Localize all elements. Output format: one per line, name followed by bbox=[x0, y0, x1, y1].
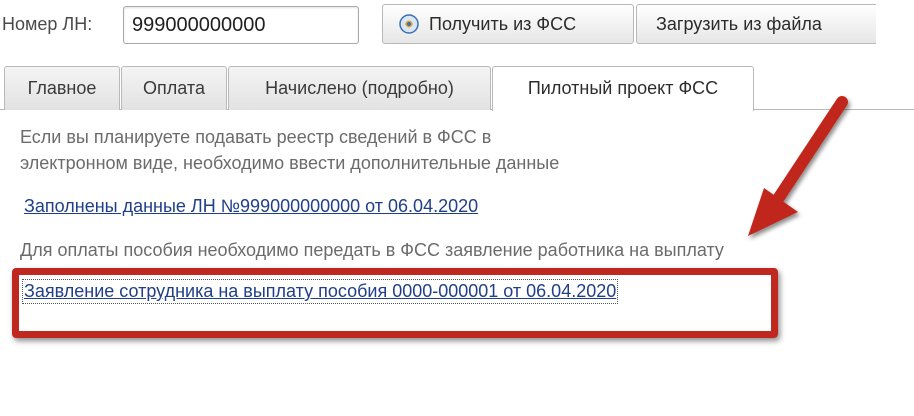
get-from-fss-button[interactable]: Получить из ФСС bbox=[382, 4, 634, 44]
load-from-file-label: Загрузить из файла bbox=[656, 14, 822, 34]
electronic-registry-hint: Если вы планируете подавать реестр сведе… bbox=[20, 124, 559, 176]
ln-number-label: Номер ЛН: bbox=[2, 14, 93, 34]
tab-main[interactable]: Главное bbox=[4, 66, 120, 110]
highlight-annotation-rect bbox=[12, 268, 778, 338]
payment-requirement-hint: Для оплаты пособия необходимо передать в… bbox=[20, 240, 724, 260]
annotation-arrow-icon bbox=[748, 96, 848, 236]
load-from-file-button[interactable]: Загрузить из файла bbox=[636, 4, 876, 44]
tab-payment[interactable]: Оплата bbox=[121, 66, 227, 110]
fss-logo-icon bbox=[399, 14, 419, 34]
get-from-fss-label: Получить из ФСС bbox=[429, 14, 577, 34]
hint-line-1: Если вы планируете подавать реестр сведе… bbox=[20, 127, 492, 147]
tab-fss-pilot-project[interactable]: Пилотный проект ФСС bbox=[492, 66, 754, 111]
ln-data-filled-link[interactable]: Заполнены данные ЛН №999000000000 от 06.… bbox=[24, 196, 478, 217]
ln-number-input[interactable]: 999000000000 bbox=[123, 6, 359, 44]
right-edge-background bbox=[856, 110, 914, 416]
hint-line-2: электронном виде, необходимо ввести допо… bbox=[20, 153, 560, 173]
tab-accrued-detailed[interactable]: Начислено (подробно) bbox=[228, 66, 491, 110]
